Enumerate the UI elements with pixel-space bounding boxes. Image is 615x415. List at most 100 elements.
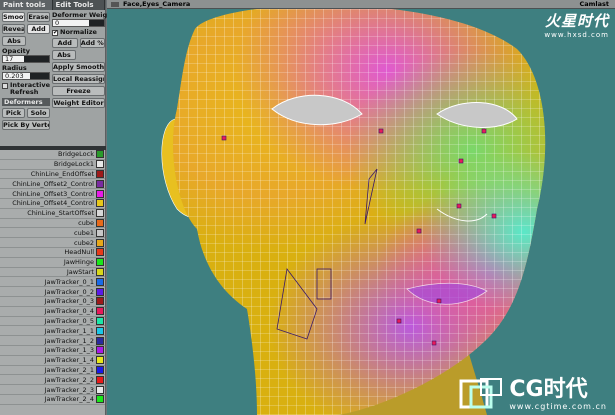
- smooth-button[interactable]: Smooth: [2, 12, 25, 22]
- color-swatch[interactable]: [96, 287, 104, 296]
- list-item[interactable]: JawHinge: [0, 258, 105, 268]
- list-item[interactable]: BridgeLock: [0, 150, 105, 160]
- color-swatch[interactable]: [96, 258, 104, 267]
- solo-button[interactable]: Solo: [27, 108, 50, 118]
- tab-edit-tools[interactable]: Edit Tools: [52, 0, 105, 10]
- color-swatch[interactable]: [96, 199, 104, 208]
- list-item[interactable]: cube1: [0, 228, 105, 239]
- paint-options-column: Smooth Erase Reveal Add Abs Opacity 17 R…: [2, 12, 50, 132]
- color-swatch[interactable]: [96, 169, 104, 178]
- deformer-weight-field[interactable]: 0: [52, 19, 105, 27]
- color-swatch[interactable]: [96, 150, 104, 159]
- color-swatch[interactable]: [96, 209, 104, 218]
- color-swatch[interactable]: [96, 365, 104, 374]
- list-item[interactable]: JawTracker_2_4: [0, 395, 105, 405]
- node-name: JawTracker_1_3: [44, 346, 94, 355]
- local-reassign-button[interactable]: Local Reassign: [52, 74, 105, 84]
- list-item[interactable]: JawTracker_1_4: [0, 356, 105, 366]
- abs-weight-button[interactable]: Abs: [52, 50, 76, 60]
- list-item[interactable]: ChinLine_EndOffset: [0, 169, 105, 180]
- node-name: BridgeLock1: [53, 160, 94, 169]
- list-item[interactable]: JawTracker_0_5: [0, 316, 105, 327]
- color-swatch[interactable]: [96, 356, 104, 365]
- viewport-title-bar: Face,Eyes_Camera Camlast: [107, 0, 615, 9]
- interactive-refresh-toggle[interactable]: Interactive Refresh: [2, 82, 50, 96]
- list-item[interactable]: JawTracker_2_3: [0, 385, 105, 395]
- opacity-value: 17: [5, 55, 14, 63]
- node-name: JawTracker_2_3: [44, 385, 94, 394]
- list-item[interactable]: ChinLine_Offset4_Control: [0, 199, 105, 209]
- list-item[interactable]: cube: [0, 218, 105, 229]
- viewport-title[interactable]: Face,Eyes_Camera: [123, 0, 190, 9]
- node-name: cube2: [74, 238, 94, 247]
- color-swatch[interactable]: [96, 297, 104, 306]
- list-item[interactable]: JawTracker_2_1: [0, 365, 105, 376]
- color-swatch[interactable]: [96, 238, 104, 247]
- 3d-viewport[interactable]: Face,Eyes_Camera Camlast 火星时代 www.hxsd.c…: [107, 0, 615, 415]
- add-weight-button[interactable]: Add: [52, 38, 78, 48]
- node-name: JawTracker_2_4: [44, 395, 94, 404]
- list-item[interactable]: JawTracker_0_2: [0, 287, 105, 297]
- list-item[interactable]: JawTracker_1_2: [0, 336, 105, 346]
- face-mesh-render[interactable]: [107, 9, 615, 415]
- color-swatch[interactable]: [96, 179, 104, 188]
- node-name: JawTracker_0_3: [44, 297, 94, 306]
- pick-button[interactable]: Pick: [2, 108, 25, 118]
- list-item[interactable]: JawStart: [0, 267, 105, 278]
- camera-name[interactable]: Camlast: [579, 0, 609, 9]
- add-mode-button[interactable]: Add: [27, 24, 50, 34]
- color-swatch[interactable]: [96, 228, 104, 237]
- checkbox-icon: [2, 83, 8, 89]
- weight-editor-button[interactable]: Weight Editor: [52, 98, 105, 108]
- color-swatch[interactable]: [96, 326, 104, 335]
- color-swatch[interactable]: [96, 218, 104, 227]
- list-item[interactable]: ChinLine_StartOffset: [0, 209, 105, 219]
- color-swatch[interactable]: [96, 307, 104, 316]
- deformer-node-list[interactable]: BridgeLock BridgeLock1 ChinLine_EndOffset C…: [0, 150, 106, 415]
- color-swatch[interactable]: [96, 248, 104, 257]
- deformers-header: Deformers: [2, 98, 50, 106]
- list-item[interactable]: ChinLine_Offset2_Control: [0, 179, 105, 190]
- node-name: JawTracker_2_1: [44, 365, 94, 374]
- color-swatch[interactable]: [96, 316, 104, 325]
- add-percent-button[interactable]: Add %: [79, 38, 105, 48]
- freeze-button[interactable]: Freeze: [52, 86, 105, 96]
- radius-field[interactable]: 0.203: [2, 72, 50, 80]
- edit-options-column: Deformer Weight 0 ✔ Normalize Add Add % …: [52, 12, 115, 110]
- color-swatch[interactable]: [96, 385, 104, 394]
- list-item[interactable]: JawTracker_2_2: [0, 375, 105, 386]
- list-item[interactable]: JawTracker_0_4: [0, 307, 105, 317]
- abs-mode-button[interactable]: Abs: [2, 36, 26, 46]
- list-item[interactable]: JawTracker_1_1: [0, 326, 105, 337]
- normalize-toggle[interactable]: ✔ Normalize: [52, 29, 105, 36]
- list-item[interactable]: BridgeLock1: [0, 160, 105, 170]
- node-name: cube: [78, 218, 94, 227]
- checkmark-icon: ✔: [52, 29, 59, 36]
- tab-paint-tools[interactable]: Paint tools: [0, 0, 53, 10]
- color-swatch[interactable]: [96, 375, 104, 384]
- list-item[interactable]: JawTracker_0_3: [0, 297, 105, 307]
- erase-button[interactable]: Erase: [27, 12, 50, 22]
- node-name: JawTracker_1_2: [44, 336, 94, 345]
- node-name: JawTracker_0_5: [44, 316, 94, 325]
- pick-by-vertex-button[interactable]: Pick By Vertex: [2, 120, 50, 130]
- watermark-brand: 火星时代: [544, 12, 609, 30]
- color-swatch[interactable]: [96, 336, 104, 345]
- radius-label: Radius: [2, 64, 27, 72]
- list-item[interactable]: cube2: [0, 238, 105, 248]
- color-swatch[interactable]: [96, 346, 104, 355]
- color-swatch[interactable]: [96, 395, 104, 404]
- node-name: JawTracker_0_1: [44, 277, 94, 286]
- color-swatch[interactable]: [96, 267, 104, 276]
- list-item[interactable]: JawTracker_0_1: [0, 277, 105, 288]
- list-item[interactable]: ChinLine_Offset3_Control: [0, 189, 105, 199]
- color-swatch[interactable]: [96, 160, 104, 169]
- color-swatch[interactable]: [96, 189, 104, 198]
- reveal-button[interactable]: Reveal: [2, 24, 25, 34]
- apply-smooth-button[interactable]: Apply Smooth: [52, 62, 105, 72]
- node-name: ChinLine_Offset3_Control: [12, 189, 94, 198]
- opacity-field[interactable]: 17: [2, 55, 50, 63]
- list-item[interactable]: JawTracker_1_3: [0, 346, 105, 356]
- color-swatch[interactable]: [96, 277, 104, 286]
- list-item[interactable]: HeadNull: [0, 248, 105, 258]
